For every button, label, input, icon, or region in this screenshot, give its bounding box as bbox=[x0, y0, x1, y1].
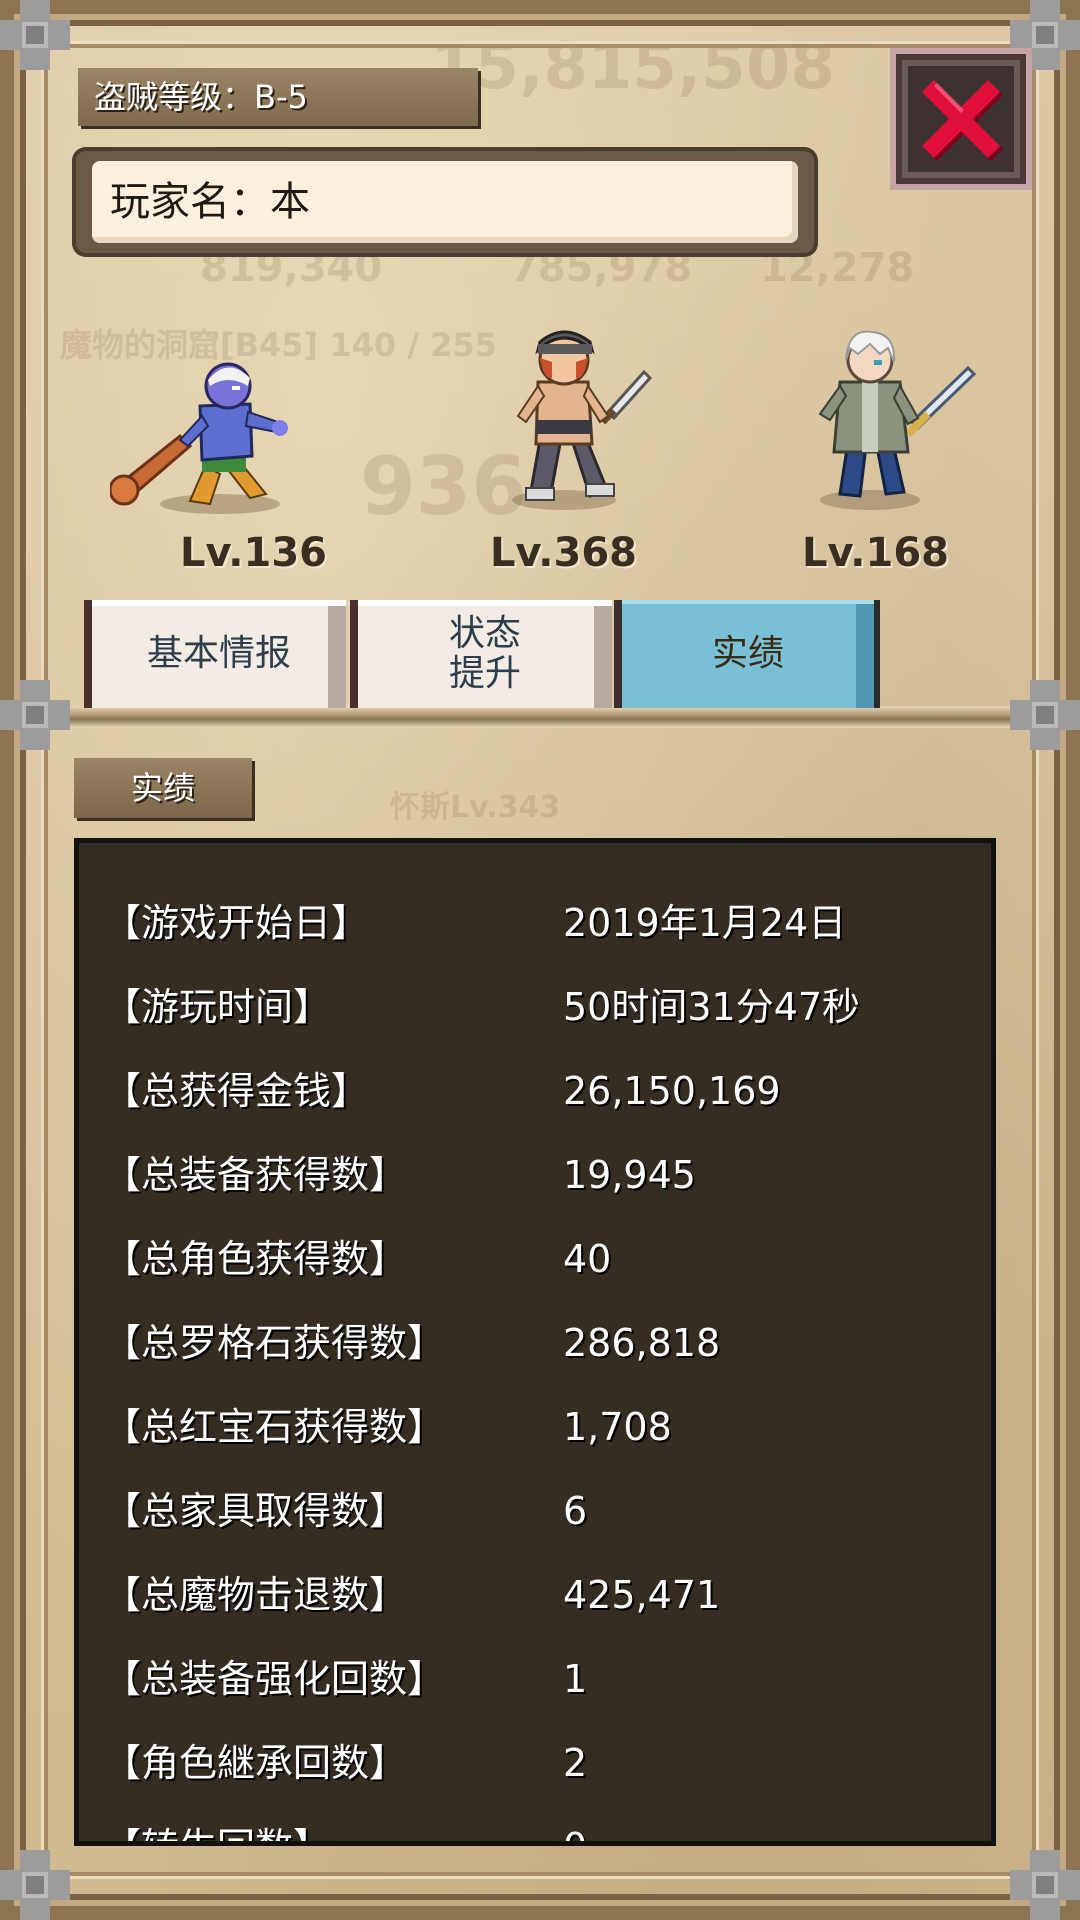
frame-side-ornament bbox=[1010, 680, 1080, 750]
frame-corner-ornament bbox=[1010, 1850, 1080, 1920]
stat-label: 【总罗格石获得数】 bbox=[103, 1321, 446, 1365]
tab-basic-info-label: 基本情报 bbox=[146, 633, 291, 674]
stat-label: 【游玩时间】 bbox=[103, 985, 332, 1029]
stat-row: 【总罗格石获得数】 286,818 bbox=[79, 1301, 991, 1385]
character-2-level: Lv.368 bbox=[490, 530, 637, 576]
frame-corner-ornament bbox=[0, 0, 70, 70]
character-3-level: Lv.168 bbox=[802, 530, 949, 576]
stat-row: 【总装备获得数】 19,945 bbox=[79, 1133, 991, 1217]
character-1-level: Lv.136 bbox=[180, 530, 327, 576]
close-x-icon bbox=[908, 66, 1014, 172]
stat-value: 425,471 bbox=[563, 1573, 721, 1617]
stat-label: 【总家具取得数】 bbox=[103, 1489, 408, 1533]
achievements-screen: 15,815,508 819,340 785,978 12,278 魔物的洞窟[… bbox=[0, 0, 1080, 1920]
section-title: 实绩 bbox=[74, 758, 252, 818]
frame-corner-ornament bbox=[0, 1850, 70, 1920]
stat-row: 【总魔物击退数】 425,471 bbox=[79, 1553, 991, 1637]
thief-character-icon bbox=[512, 330, 653, 510]
stat-label: 【总魔物击退数】 bbox=[103, 1573, 408, 1617]
stat-label: 【角色継承回数】 bbox=[103, 1741, 408, 1785]
stat-row: 【游戏开始日】 2019年1月24日 bbox=[79, 881, 991, 965]
stat-label: 【总装备获得数】 bbox=[103, 1153, 408, 1197]
stat-value: 50时间31分47秒 bbox=[563, 985, 861, 1029]
stat-value: 6 bbox=[563, 1489, 588, 1533]
brawler-character-icon bbox=[108, 362, 288, 514]
stat-row: 【游玩时间】 50时间31分47秒 bbox=[79, 965, 991, 1049]
stat-value: 1,708 bbox=[563, 1405, 672, 1449]
stat-row: 【转生回数】 0 bbox=[79, 1805, 991, 1841]
character-2-sprite[interactable] bbox=[500, 320, 660, 514]
stat-label: 【游戏开始日】 bbox=[103, 901, 370, 945]
stat-row: 【总装备强化回数】 1 bbox=[79, 1637, 991, 1721]
stat-label: 【转生回数】 bbox=[103, 1805, 331, 1841]
character-1-sprite[interactable] bbox=[108, 356, 300, 520]
tab-achievements[interactable]: 实绩 bbox=[614, 600, 880, 708]
tab-status-upgrade[interactable]: 状态 提升 bbox=[350, 600, 612, 708]
stat-value: 26,150,169 bbox=[563, 1069, 781, 1113]
achievements-stats-panel[interactable]: 【游戏开始日】 2019年1月24日 【游玩时间】 50时间31分47秒 【总获… bbox=[74, 838, 996, 1846]
frame-side-ornament bbox=[0, 680, 70, 750]
tab-basic-info[interactable]: 基本情报 bbox=[84, 600, 346, 708]
tab-achievements-label: 实绩 bbox=[711, 633, 784, 674]
character-3-sprite[interactable] bbox=[800, 322, 980, 516]
stat-value: 2019年1月24日 bbox=[563, 901, 847, 945]
stat-value: 19,945 bbox=[563, 1153, 696, 1197]
stat-label: 【总红宝石获得数】 bbox=[103, 1405, 446, 1449]
stat-row: 【总获得金钱】 26,150,169 bbox=[79, 1049, 991, 1133]
stat-value: 286,818 bbox=[563, 1321, 721, 1365]
tab-status-upgrade-label: 状态 提升 bbox=[448, 613, 521, 694]
stat-label: 【总角色获得数】 bbox=[103, 1237, 408, 1281]
stat-label: 【总装备强化回数】 bbox=[103, 1657, 446, 1701]
stat-row: 【总家具取得数】 6 bbox=[79, 1469, 991, 1553]
stat-value: 40 bbox=[563, 1237, 612, 1281]
stat-label: 【总获得金钱】 bbox=[103, 1069, 370, 1113]
player-name-text: 玩家名：本 bbox=[110, 179, 310, 225]
stat-row: 【总红宝石获得数】 1,708 bbox=[79, 1385, 991, 1469]
stat-value: 0 bbox=[563, 1805, 587, 1841]
swordsman-character-icon bbox=[818, 330, 977, 510]
stat-row: 【角色継承回数】 2 bbox=[79, 1721, 991, 1805]
stat-row: 【总角色获得数】 40 bbox=[79, 1217, 991, 1301]
stat-value: 2 bbox=[563, 1741, 588, 1785]
thief-rank-label: 盗贼等级：B-5 bbox=[78, 68, 478, 126]
section-divider bbox=[14, 706, 1066, 728]
stat-value: 1 bbox=[563, 1657, 588, 1701]
close-button[interactable] bbox=[890, 48, 1032, 190]
